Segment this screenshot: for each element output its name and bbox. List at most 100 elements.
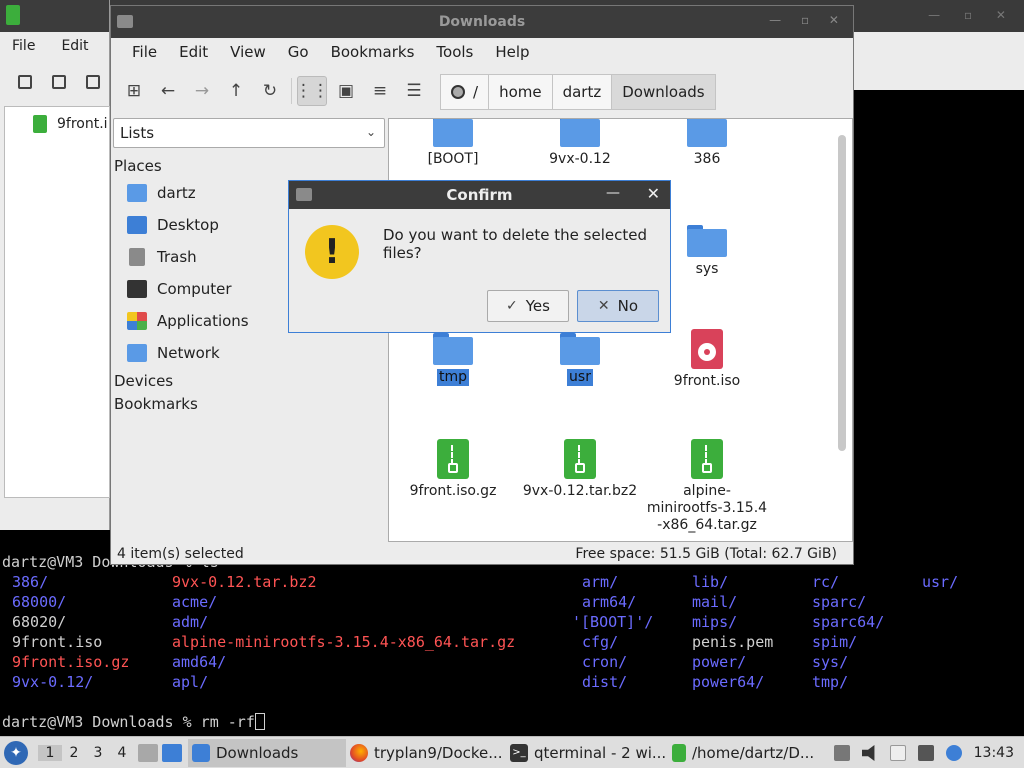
- list-item[interactable]: 9front.i: [33, 115, 108, 133]
- menu-bookmarks[interactable]: Bookmarks: [320, 43, 426, 61]
- start-menu-icon[interactable]: ✦: [4, 740, 28, 765]
- forward-arrow-icon[interactable]: →: [187, 76, 217, 106]
- x-icon: ✕: [597, 298, 610, 314]
- terminal-ls-entry: rc/: [812, 573, 840, 591]
- file-item[interactable]: 386: [643, 119, 771, 168]
- desktop-launcher-icon[interactable]: [162, 743, 182, 762]
- places-heading[interactable]: Places: [114, 157, 162, 175]
- detail-view-icon[interactable]: ☰: [399, 76, 429, 106]
- thumbnail-view-icon[interactable]: ▣: [331, 76, 361, 106]
- terminal-ls-entry: 386/: [12, 573, 49, 591]
- workspace-4[interactable]: 4: [110, 745, 134, 761]
- terminal-ls-entry: tmp/: [812, 673, 849, 691]
- terminal-ls-entry: 9front.iso.gz: [12, 653, 130, 671]
- minimize-icon[interactable]: —: [606, 185, 620, 201]
- task-firefox[interactable]: tryplan9/Docke...: [346, 739, 506, 767]
- close-icon[interactable]: ✕: [647, 184, 660, 203]
- archive-icon: [564, 439, 596, 479]
- terminal-output-area: [852, 90, 1024, 560]
- file-item[interactable]: alpine- minirootfs-3.15.4 -x86_64.tar.gz: [643, 439, 771, 534]
- workspace-1[interactable]: 1: [38, 744, 62, 761]
- new-archive-icon[interactable]: [18, 75, 32, 89]
- terminal-ls-entry: 9vx-0.12/: [12, 673, 94, 691]
- network-icon[interactable]: [917, 745, 934, 761]
- dialog-message: Do you want to delete the selected files…: [383, 226, 647, 262]
- task-downloads[interactable]: Downloads: [188, 738, 346, 767]
- menu-file[interactable]: File: [121, 43, 168, 61]
- crumb-home[interactable]: home: [488, 74, 553, 110]
- window-controls[interactable]: — ▫ ✕: [769, 13, 847, 27]
- terminal-menubar: [852, 32, 1024, 90]
- scrollbar[interactable]: [838, 135, 846, 451]
- bookmarks-heading[interactable]: Bookmarks: [114, 395, 198, 413]
- crumb-downloads[interactable]: Downloads: [611, 74, 716, 110]
- menu-help[interactable]: Help: [484, 43, 540, 61]
- clock[interactable]: 13:43: [974, 745, 1014, 761]
- menu-view[interactable]: View: [219, 43, 277, 61]
- firefox-icon: [350, 743, 368, 762]
- compact-view-icon[interactable]: ≡: [365, 76, 395, 106]
- file-item[interactable]: 9vx-0.12.tar.bz2: [516, 439, 644, 500]
- terminal-ls-entry: sparc64/: [812, 613, 885, 631]
- sidebar-item-applications[interactable]: Applications: [127, 307, 249, 335]
- sidebar-item-trash[interactable]: Trash: [127, 243, 197, 271]
- file-item[interactable]: tmp: [389, 333, 517, 386]
- back-arrow-icon[interactable]: ←: [153, 76, 183, 106]
- menu-edit[interactable]: Edit: [168, 43, 219, 61]
- reload-icon[interactable]: ↻: [255, 76, 285, 106]
- menu-edit[interactable]: Edit: [61, 38, 88, 54]
- scroll-lock-icon[interactable]: [833, 745, 850, 761]
- terminal-command-line[interactable]: dartz@VM3 Downloads % rm -rf: [2, 712, 265, 732]
- terminal-ls-entry: '[BOOT]'/: [572, 613, 654, 631]
- fm-titlebar: Downloads — ▫ ✕: [111, 6, 853, 38]
- terminal-ls-entry: power64/: [692, 673, 765, 691]
- terminal-ls-entry: amd64/: [172, 653, 227, 671]
- workspace-2[interactable]: 2: [62, 745, 86, 761]
- chevron-down-icon: ⌄: [365, 125, 376, 139]
- terminal-ls-entry: penis.pem: [692, 633, 774, 651]
- file-item[interactable]: usr: [516, 333, 644, 386]
- file-manager-launcher-icon[interactable]: [138, 743, 158, 762]
- task-qterminal[interactable]: >_ qterminal - 2 wi...: [506, 739, 668, 767]
- volume-icon[interactable]: [861, 745, 875, 761]
- menu-tools[interactable]: Tools: [425, 43, 484, 61]
- sidebar-item-computer[interactable]: Computer: [127, 275, 232, 303]
- task-archive[interactable]: /home/dartz/D...: [668, 739, 818, 767]
- archive-icon: [691, 439, 723, 479]
- clipboard-icon[interactable]: [889, 745, 906, 761]
- crumb-dartz[interactable]: dartz: [551, 74, 613, 110]
- add-files-icon[interactable]: [86, 75, 100, 89]
- no-button[interactable]: ✕ No: [577, 290, 659, 322]
- up-arrow-icon[interactable]: ↑: [221, 76, 251, 106]
- sidebar-item-dartz[interactable]: dartz: [127, 179, 196, 207]
- terminal-ls-entry: sys/: [812, 653, 849, 671]
- computer-icon: [127, 280, 147, 298]
- terminal-ls-entry: 9vx-0.12.tar.bz2: [172, 573, 317, 591]
- file-item[interactable]: 9vx-0.12: [516, 119, 644, 168]
- terminal-ls-entry: cfg/: [582, 633, 619, 651]
- icon-view-icon[interactable]: ⋮⋮: [295, 76, 329, 106]
- menu-file[interactable]: File: [12, 38, 35, 54]
- workspace-3[interactable]: 3: [86, 745, 110, 761]
- update-notifier-icon[interactable]: [945, 745, 962, 761]
- archive-manager-window[interactable]: File Edit V 9front.i: [0, 0, 124, 530]
- sidebar-item-network[interactable]: Network: [127, 339, 220, 367]
- sidebar-item-desktop[interactable]: Desktop: [127, 211, 219, 239]
- window-controls[interactable]: — ▫ ✕: [928, 8, 1016, 22]
- side-pane-mode-select[interactable]: Lists ⌄: [113, 118, 385, 148]
- extract-icon[interactable]: [52, 75, 66, 89]
- selection-count: 4 item(s) selected: [117, 546, 244, 562]
- dialog-titlebar: Confirm — ✕: [289, 181, 670, 209]
- devices-heading[interactable]: Devices: [114, 372, 173, 390]
- new-tab-icon[interactable]: ⊞: [119, 76, 149, 106]
- terminal-ls-entry: apl/: [172, 673, 209, 691]
- crumb-root[interactable]: /: [440, 74, 490, 110]
- file-item[interactable]: 9front.iso: [643, 329, 771, 390]
- file-item[interactable]: 9front.iso.gz: [389, 439, 517, 500]
- file-item[interactable]: [BOOT]: [389, 119, 517, 168]
- archive-app-icon: [6, 5, 20, 25]
- status-bar: 4 item(s) selected Free space: 51.5 GiB …: [117, 546, 837, 564]
- confirm-dialog[interactable]: Confirm — ✕ ! Do you want to delete the …: [288, 180, 671, 333]
- menu-go[interactable]: Go: [277, 43, 320, 61]
- yes-button[interactable]: ✓ Yes: [487, 290, 569, 322]
